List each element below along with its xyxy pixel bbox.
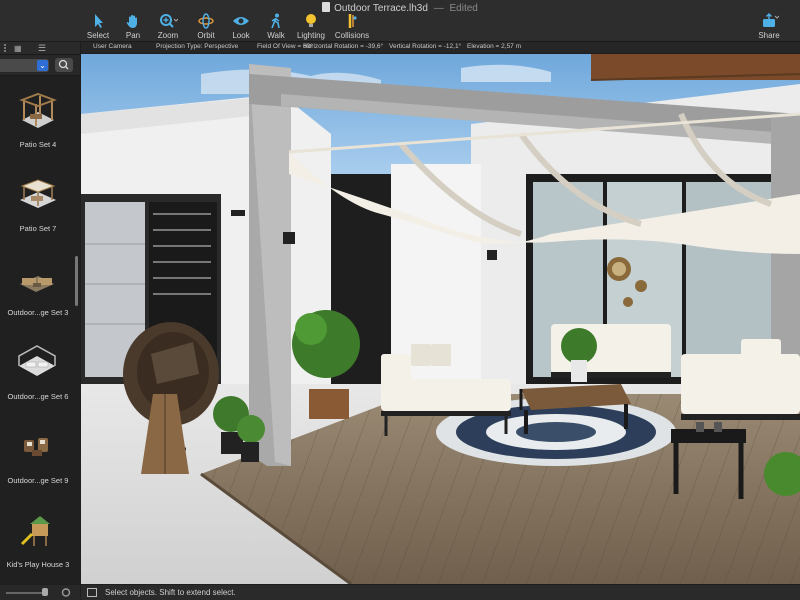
library-item-label: Patio Set 4: [19, 140, 57, 149]
library-search-button[interactable]: [55, 58, 73, 72]
projection-type: Projection Type: Perspective: [156, 43, 239, 50]
lightbulb-icon: [306, 14, 316, 27]
search-icon: [58, 59, 69, 70]
orbit-icon: [198, 13, 214, 29]
status-bar: Select objects. Shift to extend select.: [81, 585, 800, 600]
settings-icon[interactable]: [60, 587, 72, 598]
lounge-set-thumbnail: [24, 438, 48, 456]
arrow-cursor-icon: [95, 14, 103, 28]
library-view-switcher: ▦ ☰: [0, 42, 80, 55]
patio-set-thumbnail: [20, 179, 56, 208]
chevron-down-icon: ⌄: [37, 60, 48, 71]
share-label: Share: [758, 31, 780, 40]
library-scrollbar[interactable]: [75, 256, 78, 306]
library-search-row: ⌄: [0, 55, 80, 76]
library-item-label: Patio Set 7: [19, 224, 57, 233]
lounge-set-thumbnail: [20, 276, 54, 292]
elevation: Elevation = 2,57 m: [467, 43, 522, 50]
library-item[interactable]: Kid's Play House 3: [0, 502, 76, 584]
camera-info-bar: User Camera Projection Type: Perspective…: [81, 42, 800, 53]
horizontal-rotation: Horizontal Rotation = -39,6°: [303, 43, 384, 50]
object-library: Patio Set 4 Patio Set 7 Outdoor...ge Set…: [0, 76, 80, 584]
library-item-label: Kid's Play House 3: [6, 560, 70, 569]
library-category-select[interactable]: ⌄: [0, 59, 49, 72]
library-item[interactable]: Patio Set 7: [0, 166, 76, 250]
grid-view-icon[interactable]: ▦: [14, 44, 22, 53]
library-footer: [0, 585, 80, 600]
collisions-tool-button[interactable]: Collisions: [330, 13, 374, 40]
library-item[interactable]: Outdoor...ge Set 9: [0, 418, 76, 502]
library-item-label: Outdoor...ge Set 3: [7, 308, 69, 317]
magnifier-plus-icon: [160, 14, 178, 28]
lighting-tool-button[interactable]: Lighting: [289, 13, 333, 40]
status-text: Select objects. Shift to extend select.: [105, 588, 236, 597]
title-separator: —: [433, 3, 444, 14]
library-item[interactable]: Outdoor...ge Set 3: [0, 250, 76, 334]
walking-person-icon: [271, 13, 280, 29]
layers-icon: [87, 588, 97, 597]
library-item[interactable]: Patio Set 4: [0, 82, 76, 166]
pergola-thumbnail: [19, 92, 57, 128]
library-item-label: Outdoor...ge Set 9: [7, 476, 69, 485]
collision-icon: [348, 14, 357, 28]
lighting-tool-label: Lighting: [296, 31, 326, 40]
main-toolbar: Outdoor Terrace.lh3d — Edited Select Pan…: [0, 0, 800, 42]
share-icon: [763, 13, 779, 27]
edited-status: Edited: [449, 3, 478, 14]
vertical-rotation: Vertical Rotation = -12,1°: [389, 43, 462, 50]
panel-grip[interactable]: [4, 44, 6, 52]
3d-viewport[interactable]: [81, 54, 800, 584]
share-button[interactable]: Share: [747, 13, 791, 40]
camera-name: User Camera: [93, 43, 132, 50]
library-item[interactable]: Outdoor...ge Set 6: [0, 334, 76, 418]
library-item-label: Outdoor...ge Set 6: [7, 392, 69, 401]
terrace-render: [81, 54, 800, 584]
hand-icon: [126, 15, 137, 28]
slider-knob[interactable]: [42, 588, 48, 596]
collisions-tool-label: Collisions: [334, 31, 370, 40]
eye-icon: [233, 17, 249, 25]
lounge-set-thumbnail: [18, 345, 56, 376]
thumbnail-size-slider[interactable]: [6, 592, 46, 594]
list-view-icon[interactable]: ☰: [38, 43, 46, 54]
document-icon: [322, 2, 331, 12]
play-house-thumbnail: [20, 516, 50, 546]
